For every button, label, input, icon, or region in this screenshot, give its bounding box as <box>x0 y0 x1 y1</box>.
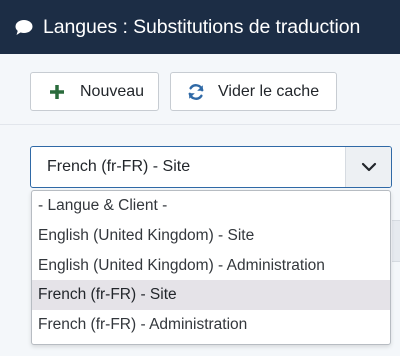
language-client-select[interactable]: French (fr-FR) - Site <box>30 146 392 188</box>
clear-cache-button-label: Vider le cache <box>218 82 320 100</box>
chevron-down-icon[interactable] <box>345 147 391 187</box>
language-client-options: - Langue & Client - English (United King… <box>31 190 391 345</box>
new-button[interactable]: Nouveau <box>30 72 159 111</box>
select-value: French (fr-FR) - Site <box>47 158 191 175</box>
comment-icon <box>15 17 35 37</box>
option-placeholder[interactable]: - Langue & Client - <box>32 191 390 221</box>
toolbar: Nouveau Vider le cache <box>0 54 400 125</box>
option-en-gb-site[interactable]: English (United Kingdom) - Site <box>32 221 390 251</box>
table-edge <box>392 220 400 262</box>
option-fr-fr-admin[interactable]: French (fr-FR) - Administration <box>32 310 390 340</box>
page-header: Langues : Substitutions de traduction <box>0 0 400 54</box>
option-fr-fr-site[interactable]: French (fr-FR) - Site <box>32 280 390 311</box>
page-title: Langues : Substitutions de traduction <box>43 15 361 38</box>
new-button-label: Nouveau <box>80 82 145 100</box>
plus-icon <box>47 82 67 102</box>
refresh-icon <box>186 82 206 102</box>
option-en-gb-admin[interactable]: English (United Kingdom) - Administratio… <box>32 251 390 281</box>
clear-cache-button[interactable]: Vider le cache <box>170 72 337 111</box>
